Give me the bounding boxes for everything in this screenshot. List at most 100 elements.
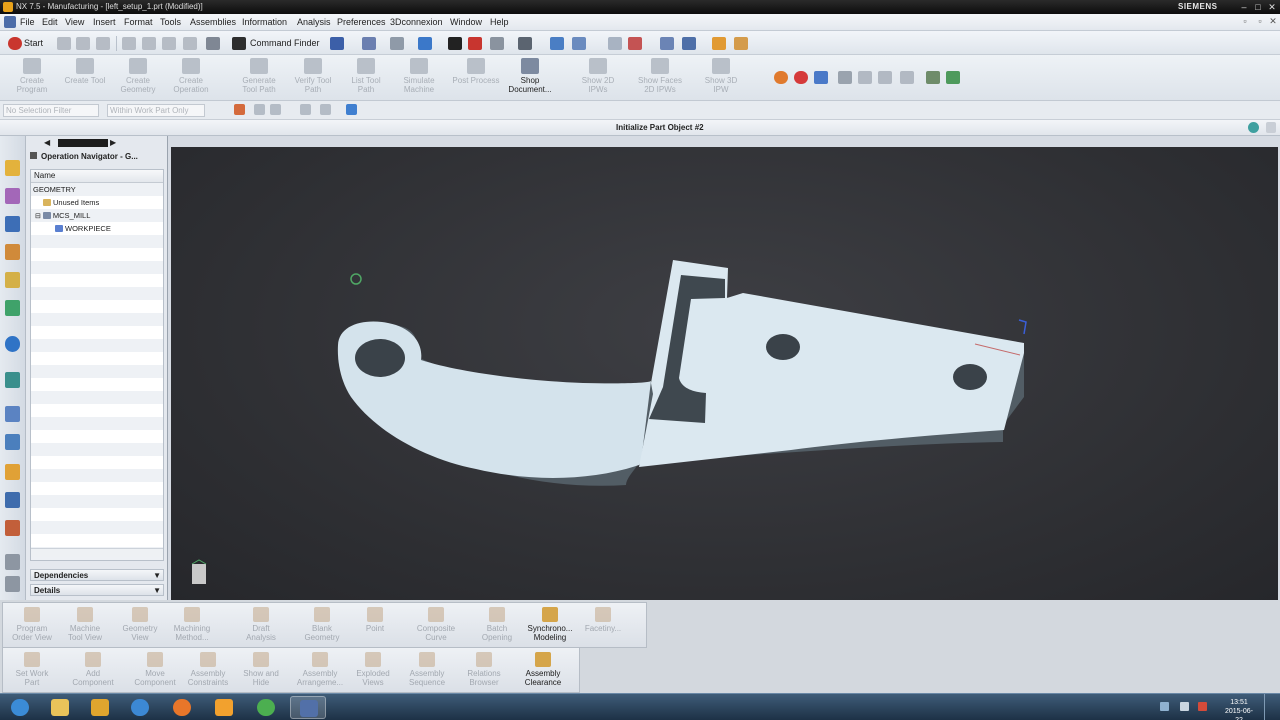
selection-scope-dropdown[interactable]: Within Work Part Only — [107, 104, 205, 117]
create-geometry-button[interactable]: Create Geometry — [111, 57, 165, 99]
taskbar-chrome[interactable] — [248, 696, 284, 719]
expand-icon[interactable]: ⊟ — [35, 213, 41, 220]
orbit-icon[interactable] — [660, 37, 674, 50]
assembly-clearance-button[interactable]: Assembly Clearance — [517, 650, 569, 692]
close-button[interactable]: ✕ — [1266, 2, 1278, 12]
display-tool-icon[interactable] — [814, 71, 828, 84]
machining-method-button[interactable]: Machining Method... — [166, 605, 218, 647]
set-work-part-button[interactable]: Set Work Part — [6, 650, 58, 692]
open-icon[interactable] — [76, 37, 90, 50]
measure-icon[interactable] — [712, 37, 726, 50]
machine-navigator-icon[interactable] — [5, 244, 20, 260]
previous-arrow-icon[interactable]: ◀ — [44, 138, 52, 147]
system-materials-icon[interactable] — [5, 406, 20, 422]
batch-opening-button[interactable]: Batch Opening — [471, 605, 523, 647]
assembly-navigator-icon[interactable] — [5, 160, 20, 176]
snap-center-icon[interactable] — [300, 104, 311, 115]
menu-format[interactable]: Format — [124, 17, 153, 27]
tree-node-mcs-mill[interactable]: ⊟ MCS_MILL — [35, 209, 90, 222]
machine-tool-view-button[interactable]: Machine Tool View — [59, 605, 111, 647]
render-style-icon[interactable] — [448, 37, 462, 50]
post-process-button[interactable]: Post Process — [449, 57, 503, 99]
system-scenes-icon[interactable] — [5, 520, 20, 536]
status-icon[interactable] — [1248, 122, 1259, 133]
move-component-button[interactable]: Move Component — [129, 650, 181, 692]
snap-point-icon[interactable] — [234, 104, 245, 115]
name-column-header[interactable]: Name — [31, 170, 163, 183]
snap-quadrant-icon[interactable] — [320, 104, 331, 115]
menu-assemblies[interactable]: Assemblies — [190, 17, 236, 27]
pan-icon[interactable] — [682, 37, 696, 50]
add-component-button[interactable]: Add Component — [67, 650, 119, 692]
faceting-button[interactable]: Facetiny... — [577, 605, 629, 647]
pin-icon[interactable] — [30, 152, 37, 159]
web-browser-icon[interactable] — [5, 336, 20, 352]
close-cue-icon[interactable] — [1266, 122, 1276, 133]
program-order-view-button[interactable]: Program Order View — [6, 605, 58, 647]
show-3d-ipw-button[interactable]: Show 3D IPW — [694, 57, 748, 99]
zoom-icon[interactable] — [390, 37, 404, 50]
details-panel[interactable]: Details ▼ — [30, 584, 164, 596]
filter-icon[interactable] — [628, 37, 642, 50]
section-icon[interactable] — [468, 37, 482, 50]
tray-flag-icon[interactable] — [1198, 702, 1207, 711]
dependencies-panel[interactable]: Dependencies ▼ — [30, 569, 164, 581]
orient-tool-icon[interactable] — [774, 71, 788, 84]
show-2d-ipws-button[interactable]: Show 2D IPWs — [571, 57, 625, 99]
constraint-navigator-icon[interactable] — [5, 188, 20, 204]
next-arrow-icon[interactable]: ▶ — [110, 138, 118, 147]
wcs-icon[interactable] — [550, 37, 564, 50]
command-finder-label[interactable]: Command Finder — [250, 38, 320, 48]
tray-network-icon[interactable] — [1180, 702, 1189, 711]
taskbar-nx[interactable] — [290, 696, 326, 719]
start-icon[interactable] — [8, 37, 22, 50]
settings-icon[interactable] — [734, 37, 748, 50]
taskbar-media-player[interactable] — [82, 696, 118, 719]
menu-app-icon[interactable] — [4, 16, 16, 28]
menu-insert[interactable]: Insert — [93, 17, 116, 27]
taskbar-outlook[interactable] — [206, 696, 242, 719]
undo-icon[interactable] — [206, 37, 220, 50]
create-tool-button[interactable]: Create Tool — [58, 57, 112, 99]
block-icon[interactable] — [838, 71, 852, 84]
minimize-button[interactable]: – — [1238, 2, 1250, 12]
options-panel-icon[interactable] — [5, 576, 20, 592]
shop-document-button[interactable]: Shop Document... — [503, 57, 557, 99]
create-operation-button[interactable]: Create Operation — [164, 57, 218, 99]
taskbar-internet-explorer[interactable] — [122, 696, 158, 719]
tree-node-workpiece[interactable]: WORKPIECE — [55, 222, 111, 235]
generate-tool-path-button[interactable]: Generate Tool Path — [232, 57, 286, 99]
save-icon[interactable] — [96, 37, 110, 50]
create-program-button[interactable]: Create Program — [5, 57, 59, 99]
face-icon[interactable] — [858, 71, 872, 84]
snap-mid-icon[interactable] — [270, 104, 281, 115]
snap-icon[interactable] — [572, 37, 586, 50]
menu-window[interactable]: Window — [450, 17, 482, 27]
assembly-arrangements-button[interactable]: Assembly Arrangeme... — [294, 650, 346, 692]
orient-icon[interactable] — [490, 37, 504, 50]
layout-icon[interactable] — [518, 37, 532, 50]
horizontal-scrollbar[interactable] — [31, 548, 163, 557]
exploded-views-button[interactable]: Exploded Views — [347, 650, 399, 692]
menu-information[interactable]: Information — [242, 17, 287, 27]
tray-show-hidden-icon[interactable] — [1160, 702, 1169, 711]
paste-icon[interactable] — [162, 37, 176, 50]
edge-icon[interactable] — [878, 71, 892, 84]
composite-curve-button[interactable]: Composite Curve — [410, 605, 462, 647]
taskbar-clock[interactable]: 13:51 2015-06-22 — [1222, 698, 1256, 720]
manufacturing-wizards-icon[interactable] — [5, 464, 20, 480]
shaded-view-icon[interactable] — [418, 37, 432, 50]
navigator-slider[interactable] — [58, 139, 108, 147]
list-tool-path-button[interactable]: List Tool Path — [339, 57, 393, 99]
menu-3dconnexion[interactable]: 3Dconnexion — [390, 17, 443, 27]
verify-tool-path-button[interactable]: Verify Tool Path — [286, 57, 340, 99]
operation-navigator-icon[interactable] — [5, 216, 20, 232]
copy-icon[interactable] — [142, 37, 156, 50]
selection-icon[interactable] — [330, 37, 344, 50]
cut-icon[interactable] — [122, 37, 136, 50]
assembly-constraints-button[interactable]: Assembly Constraints — [182, 650, 234, 692]
menu-preferences[interactable]: Preferences — [337, 17, 386, 27]
menu-tools[interactable]: Tools — [160, 17, 181, 27]
corner-icon[interactable] — [900, 71, 914, 84]
snap-face-icon[interactable] — [346, 104, 357, 115]
